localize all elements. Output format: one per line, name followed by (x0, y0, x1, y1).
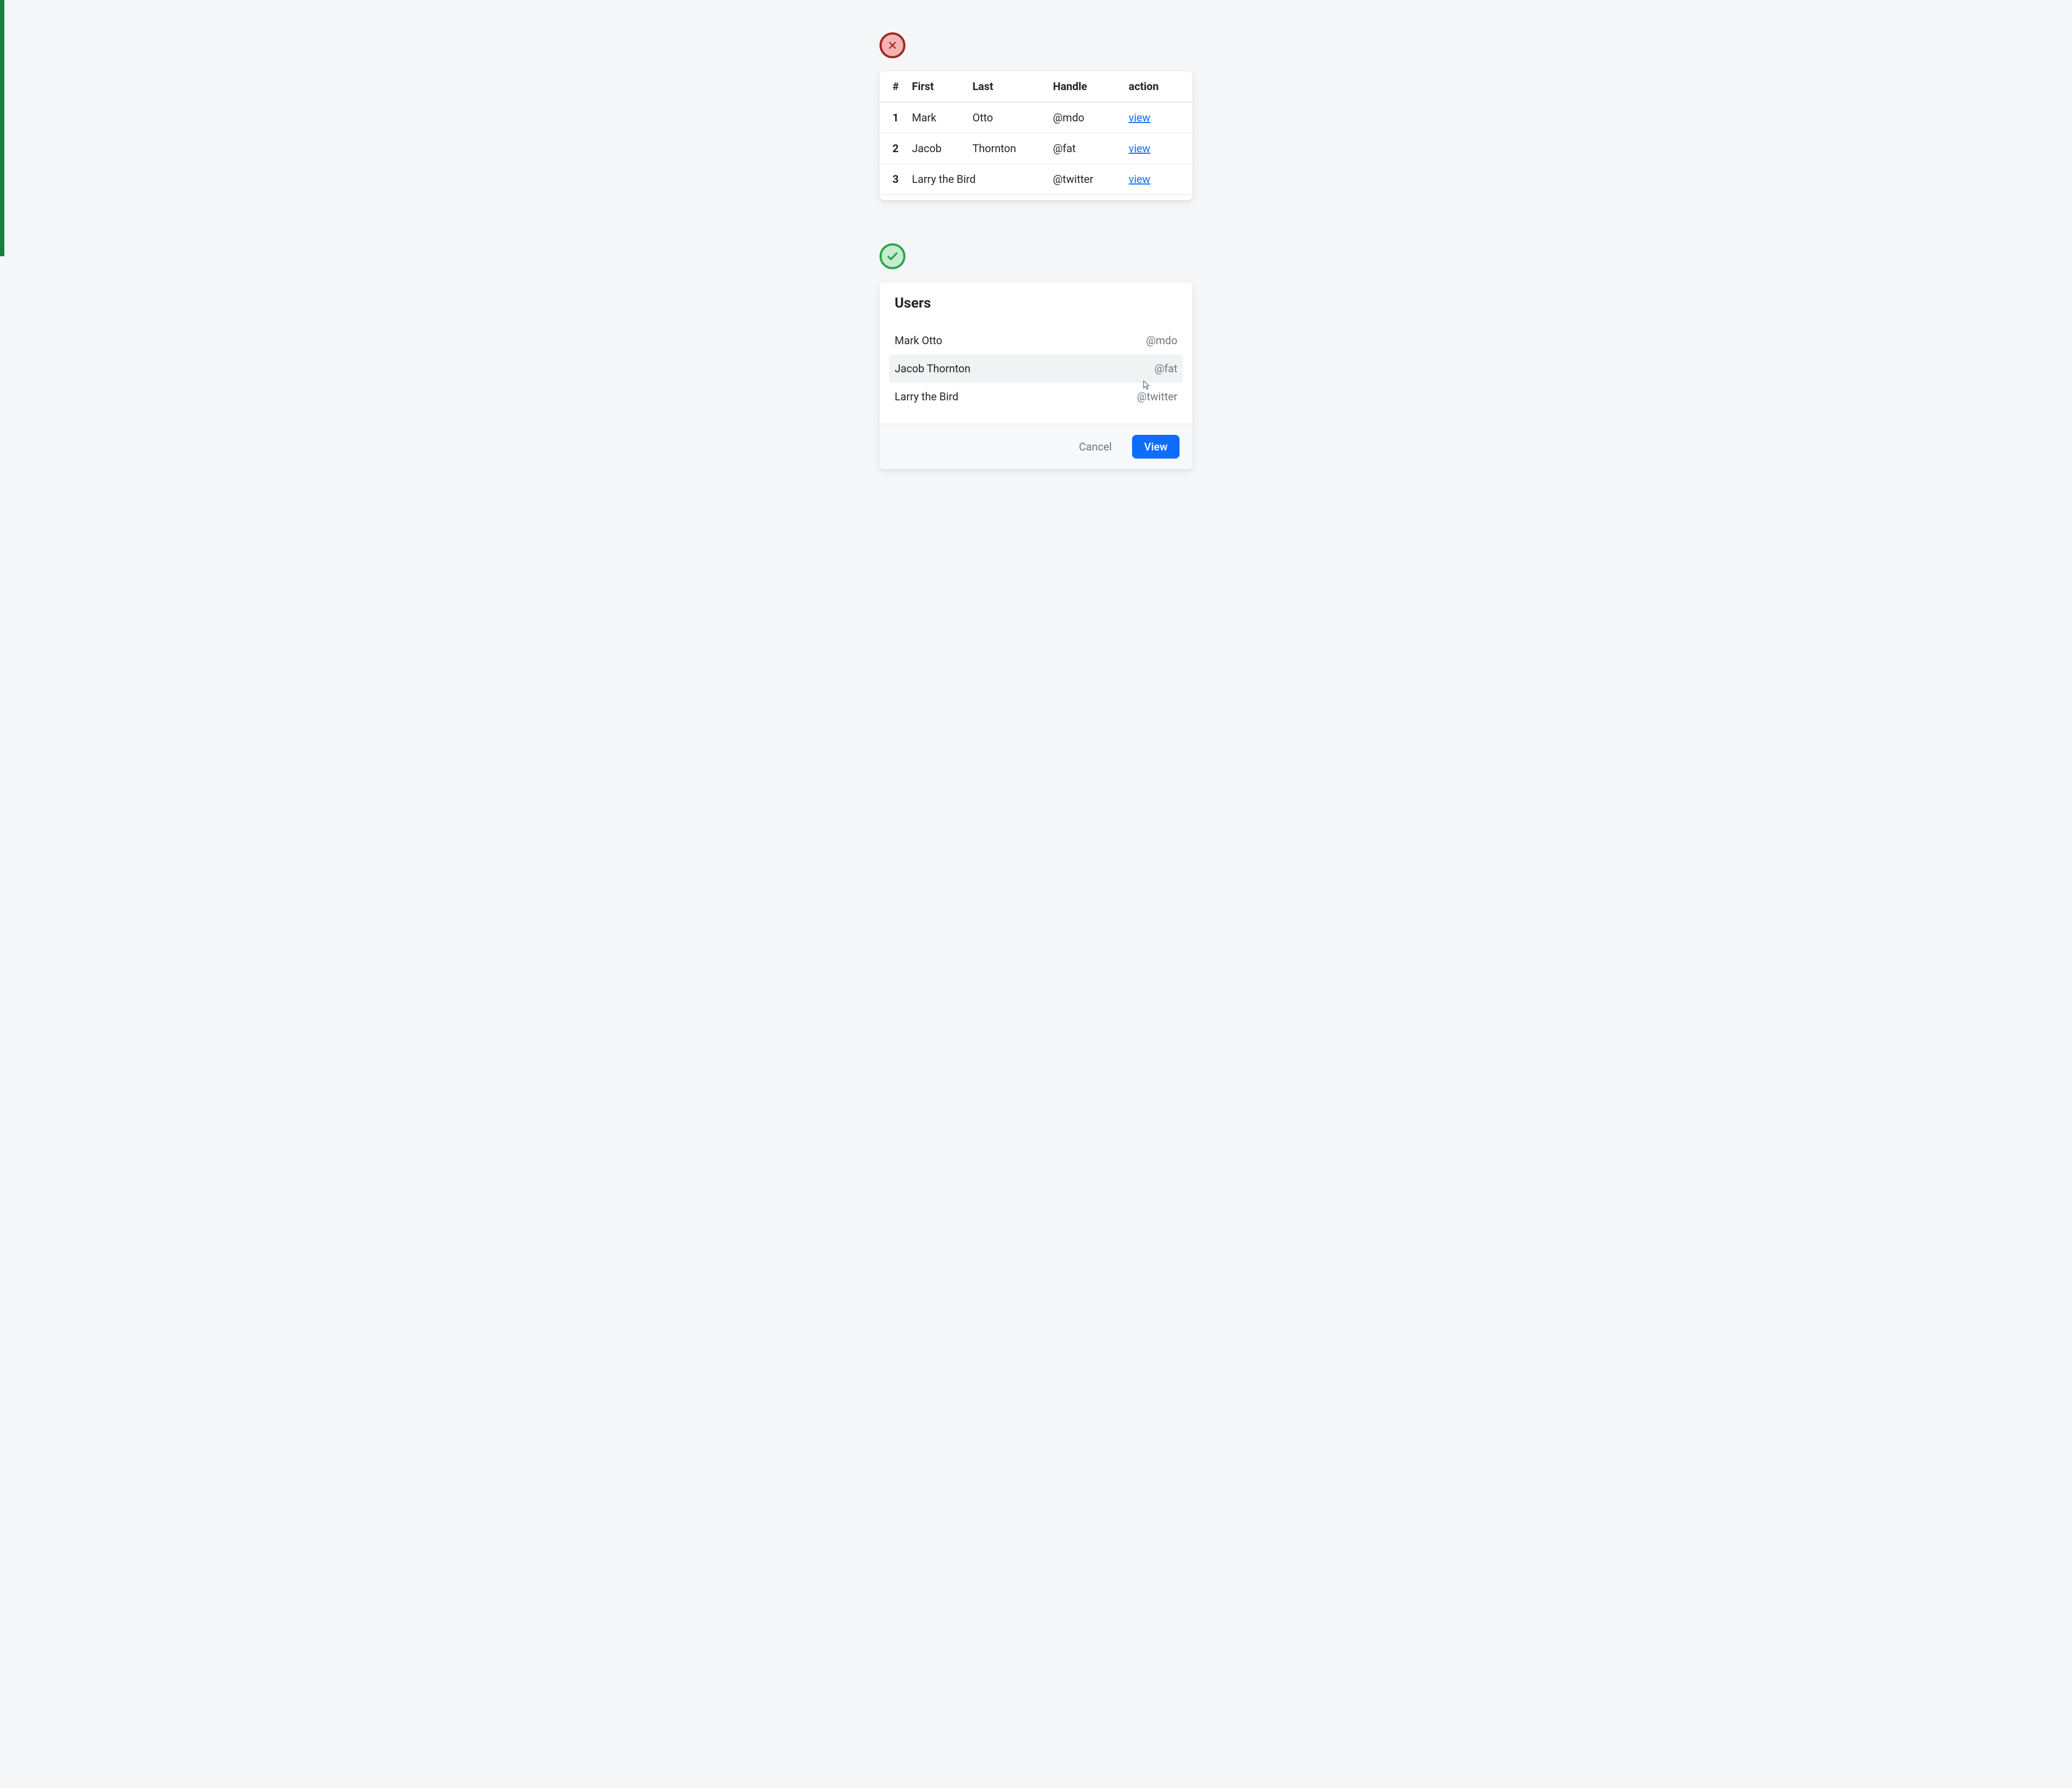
user-name: Jacob Thornton (895, 362, 971, 375)
cell-first: Jacob (905, 133, 966, 164)
card-title: Users (895, 295, 1177, 311)
user-name: Mark Otto (895, 334, 942, 347)
table-row: 1 Mark Otto @mdo view (880, 102, 1192, 133)
col-header-first: First (905, 71, 966, 102)
table-row: 3 Larry the Bird @twitter view (880, 164, 1192, 195)
row-idx: 2 (880, 133, 905, 164)
cell-handle: @fat (1046, 133, 1122, 164)
cell-first: Mark (905, 102, 966, 133)
view-button[interactable]: View (1132, 435, 1180, 459)
view-link[interactable]: view (1129, 173, 1150, 186)
check-icon (880, 243, 905, 269)
cell-handle: @twitter (1046, 164, 1122, 195)
user-row[interactable]: Mark Otto @mdo (895, 326, 1177, 354)
x-icon (880, 32, 905, 58)
left-accent-bar (0, 0, 4, 256)
users-table: # First Last Handle action 1 Mark Otto @… (880, 71, 1192, 195)
user-handle: @twitter (1137, 390, 1177, 403)
cell-handle: @mdo (1046, 102, 1122, 133)
user-row[interactable]: Jacob Thornton @fat (889, 354, 1183, 383)
col-header-last: Last (966, 71, 1046, 102)
table-row: 2 Jacob Thornton @fat view (880, 133, 1192, 164)
user-handle: @fat (1155, 362, 1177, 375)
user-row[interactable]: Larry the Bird @twitter (895, 383, 1177, 411)
view-link[interactable]: view (1129, 142, 1150, 155)
users-table-card: # First Last Handle action 1 Mark Otto @… (880, 71, 1192, 200)
cancel-button[interactable]: Cancel (1067, 435, 1124, 459)
cell-last: Otto (966, 102, 1046, 133)
cell-last: Thornton (966, 133, 1046, 164)
good-example-section: Users Mark Otto @mdo Jacob Thornton @fat… (880, 243, 1192, 469)
cell-name-span: Larry the Bird (905, 164, 1046, 195)
card-footer: Cancel View (880, 424, 1192, 469)
row-idx: 1 (880, 102, 905, 133)
col-header-idx: # (880, 71, 905, 102)
row-idx: 3 (880, 164, 905, 195)
users-card: Users Mark Otto @mdo Jacob Thornton @fat… (880, 282, 1192, 469)
view-link[interactable]: view (1129, 111, 1150, 124)
bad-example-section: # First Last Handle action 1 Mark Otto @… (880, 32, 1192, 200)
user-handle: @mdo (1146, 334, 1177, 347)
col-header-action: action (1122, 71, 1192, 102)
col-header-handle: Handle (1046, 71, 1122, 102)
user-name: Larry the Bird (895, 390, 958, 403)
